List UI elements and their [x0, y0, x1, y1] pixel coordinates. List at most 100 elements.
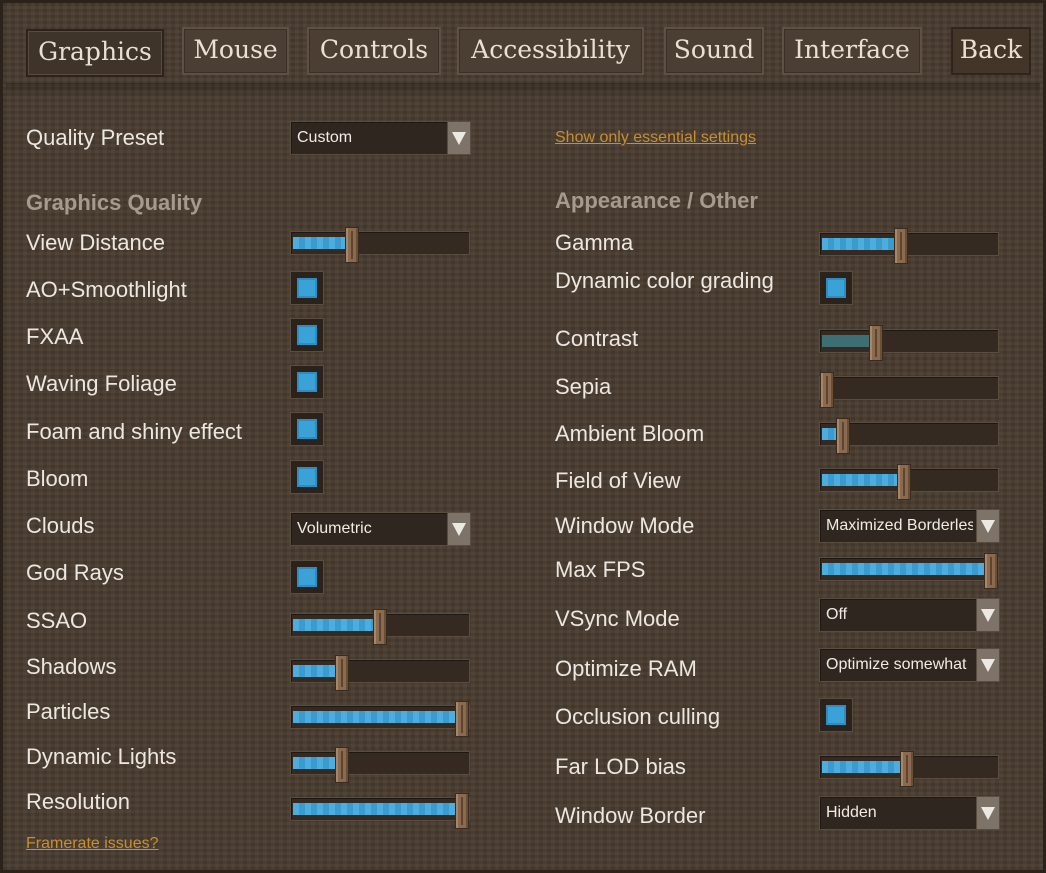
checkbox-checked-fill — [297, 325, 317, 345]
window-mode-dropdown[interactable]: Maximized Borderless — [819, 509, 1000, 543]
clouds-label: Clouds — [26, 513, 95, 538]
bloom-checkbox[interactable] — [290, 460, 324, 494]
dynamic-color-grading-checkbox[interactable] — [819, 271, 853, 305]
checkbox-checked-fill — [826, 705, 846, 725]
ssao-slider[interactable] — [290, 609, 470, 645]
fxaa-label: FXAA — [26, 324, 84, 349]
slider-handle[interactable] — [869, 325, 883, 361]
slider-handle[interactable] — [836, 418, 850, 454]
waving-foliage-checkbox[interactable] — [290, 365, 324, 399]
ambient-bloom-slider[interactable] — [819, 418, 999, 454]
slider-fill — [822, 474, 901, 486]
checkbox-checked-fill — [826, 278, 846, 298]
max-fps-slider[interactable] — [819, 553, 999, 589]
checkbox-checked-fill — [297, 567, 317, 587]
slider-handle[interactable] — [335, 655, 349, 691]
slider-handle[interactable] — [335, 747, 349, 783]
chevron-down-icon — [976, 797, 999, 829]
graphics-quality-heading: Graphics Quality — [26, 190, 203, 215]
ao-smoothlight-checkbox[interactable] — [290, 271, 324, 305]
slider-handle[interactable] — [897, 464, 911, 500]
foam-shiny-label: Foam and shiny effect — [26, 419, 243, 444]
quality-preset-dropdown[interactable]: Custom — [290, 121, 471, 155]
field-of-view-label: Field of View — [555, 468, 681, 493]
slider-fill — [293, 711, 459, 723]
resolution-slider[interactable] — [290, 793, 470, 829]
window-mode-label: Window Mode — [555, 513, 695, 538]
tab-mouse[interactable]: Mouse — [182, 27, 289, 75]
far-lod-bias-slider[interactable] — [819, 751, 999, 787]
particles-slider[interactable] — [290, 701, 470, 737]
ssao-label: SSAO — [26, 608, 88, 633]
vsync-mode-dropdown[interactable]: Off — [819, 598, 1000, 632]
foam-shiny-checkbox[interactable] — [290, 412, 324, 446]
window-border-value: Hidden — [826, 804, 877, 821]
slider-fill — [293, 803, 459, 815]
checkbox-checked-fill — [297, 278, 317, 298]
header-divider — [6, 83, 1040, 97]
back-button[interactable]: Back — [951, 27, 1031, 75]
sepia-slider[interactable] — [819, 372, 999, 408]
window-mode-value: Maximized Borderless — [826, 517, 973, 534]
chevron-down-icon — [976, 649, 999, 681]
far-lod-bias-label: Far LOD bias — [555, 754, 686, 779]
occlusion-culling-checkbox[interactable] — [819, 698, 853, 732]
checkbox-checked-fill — [297, 419, 317, 439]
god-rays-label: God Rays — [26, 560, 124, 585]
vsync-mode-value: Off — [826, 606, 848, 623]
bloom-label: Bloom — [26, 466, 89, 491]
fxaa-checkbox[interactable] — [290, 318, 324, 352]
waving-foliage-label: Waving Foliage — [26, 371, 177, 396]
view-distance-slider[interactable] — [290, 227, 470, 263]
chevron-down-icon — [447, 513, 470, 545]
framerate-issues-link[interactable]: Framerate issues? — [26, 834, 159, 854]
dynamic-lights-slider[interactable] — [290, 747, 470, 783]
slider-handle[interactable] — [894, 228, 908, 264]
tab-graphics[interactable]: Graphics — [26, 29, 164, 77]
tab-sound[interactable]: Sound — [664, 27, 764, 75]
shadows-slider[interactable] — [290, 655, 470, 691]
slider-fill — [293, 237, 349, 249]
ao-smoothlight-label: AO+Smoothlight — [26, 277, 187, 302]
tab-accessibility[interactable]: Accessibility — [457, 27, 644, 75]
quality-preset-value: Custom — [297, 129, 353, 146]
god-rays-checkbox[interactable] — [290, 560, 324, 594]
slider-fill — [293, 757, 339, 769]
chevron-down-icon — [976, 510, 999, 542]
quality-preset-label: Quality Preset — [26, 125, 165, 150]
slider-fill — [822, 761, 904, 773]
tab-controls[interactable]: Controls — [307, 27, 441, 75]
show-essential-settings-link[interactable]: Show only essential settings — [555, 128, 756, 148]
gamma-slider[interactable] — [819, 228, 999, 264]
gamma-label: Gamma — [555, 230, 634, 255]
optimize-ram-value: Optimize somewhat — [826, 656, 967, 673]
occlusion-culling-label: Occlusion culling — [555, 704, 721, 729]
window-border-dropdown[interactable]: Hidden — [819, 796, 1000, 830]
slider-handle[interactable] — [820, 372, 834, 408]
chevron-down-icon — [976, 599, 999, 631]
slider-handle[interactable] — [900, 751, 914, 787]
slider-fill — [822, 563, 988, 575]
slider-handle[interactable] — [455, 793, 469, 829]
particles-label: Particles — [26, 699, 111, 724]
slider-fill — [822, 335, 873, 347]
window-border-label: Window Border — [555, 803, 706, 828]
slider-handle[interactable] — [984, 553, 998, 589]
slider-fill — [822, 238, 898, 250]
slider-handle[interactable] — [373, 609, 387, 645]
optimize-ram-dropdown[interactable]: Optimize somewhat — [819, 648, 1000, 682]
slider-handle[interactable] — [455, 701, 469, 737]
slider-handle[interactable] — [345, 227, 359, 263]
graphics-settings-dialog: Graphics Mouse Controls Accessibility So… — [0, 0, 1046, 873]
contrast-slider[interactable] — [819, 325, 999, 361]
clouds-dropdown[interactable]: Volumetric — [290, 512, 471, 546]
tab-interface[interactable]: Interface — [782, 27, 922, 75]
dynamic-color-grading-label: Dynamic color grading — [555, 268, 774, 293]
sepia-label: Sepia — [555, 374, 612, 399]
clouds-value: Volumetric — [297, 520, 372, 537]
contrast-label: Contrast — [555, 326, 639, 351]
checkbox-checked-fill — [297, 372, 317, 392]
appearance-other-heading: Appearance / Other — [555, 188, 758, 213]
shadows-label: Shadows — [26, 654, 117, 679]
field-of-view-slider[interactable] — [819, 464, 999, 500]
